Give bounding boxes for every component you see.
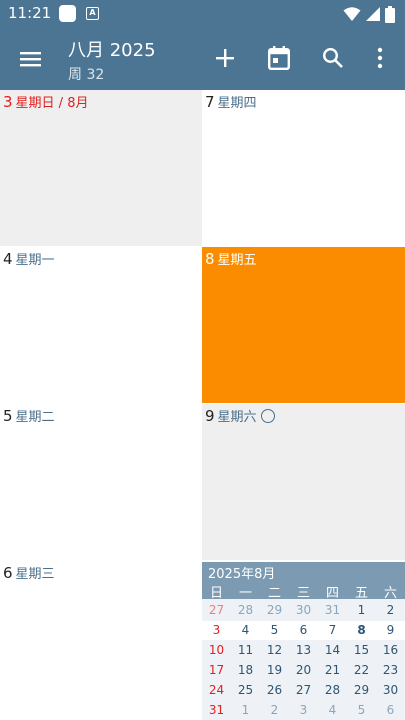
mini-day[interactable]: 2	[260, 701, 289, 720]
mini-day[interactable]: 4	[318, 701, 347, 720]
mini-day[interactable]: 14	[318, 641, 347, 660]
page-title: 八月 2025	[68, 40, 156, 61]
day-weekday: 星期三	[15, 567, 55, 582]
mini-day[interactable]: 1	[231, 701, 260, 720]
day-cell-6[interactable]: 6 星期三	[0, 561, 202, 720]
mini-weekday-header: 二	[267, 586, 281, 601]
add-icon[interactable]	[209, 42, 241, 74]
search-icon[interactable]	[317, 42, 349, 74]
mini-day[interactable]: 8	[347, 621, 376, 640]
mini-day[interactable]: 21	[318, 661, 347, 680]
mini-day[interactable]: 31	[318, 601, 347, 620]
mini-day[interactable]: 26	[260, 681, 289, 700]
mini-month-calendar[interactable]: 2025年8月 日一二三四五六 27 28 29 30 31 1 2 3 4 5 6 7 8 9 10 11 1…	[202, 562, 405, 720]
day-number: 6	[3, 564, 13, 582]
day-number: 4	[3, 250, 13, 268]
mini-month-title: 2025年8月	[208, 567, 276, 582]
mini-weekday-header: 五	[354, 586, 368, 601]
mini-day[interactable]: 9	[376, 621, 405, 640]
mini-day[interactable]: 3	[289, 701, 318, 720]
day-number: 3	[3, 93, 13, 111]
mini-day[interactable]: 1	[347, 601, 376, 620]
mini-day[interactable]: 30	[289, 601, 318, 620]
day-weekday: 星期二	[15, 410, 55, 425]
mini-day[interactable]: 22	[347, 661, 376, 680]
mini-day[interactable]: 6	[289, 621, 318, 640]
status-time: 11:21	[8, 4, 52, 22]
day-number: 7	[205, 93, 215, 111]
mini-day[interactable]: 4	[231, 621, 260, 640]
mini-day[interactable]: 10	[202, 641, 231, 660]
mini-day[interactable]: 6	[376, 701, 405, 720]
calendar-today-icon[interactable]	[263, 42, 295, 74]
mini-day[interactable]: 23	[376, 661, 405, 680]
day-number: 8	[205, 250, 215, 268]
mini-day[interactable]: 29	[347, 681, 376, 700]
mini-weekday-header: 一	[238, 586, 252, 601]
moon-phase-icon	[260, 409, 275, 423]
day-cell-7[interactable]: 7 星期四	[202, 90, 405, 247]
mini-day[interactable]: 16	[376, 641, 405, 660]
day-number: 9	[205, 407, 215, 425]
notification-app-icon	[59, 5, 76, 22]
day-cell-5[interactable]: 5 星期二	[0, 404, 202, 561]
day-number: 5	[3, 407, 13, 425]
mini-day[interactable]: 28	[318, 681, 347, 700]
mini-day[interactable]: 15	[347, 641, 376, 660]
status-bar: 11:21 A	[0, 0, 405, 28]
mini-day[interactable]: 30	[376, 681, 405, 700]
mini-weekday-header: 三	[296, 586, 310, 601]
app-bar: 八月 2025 周 32	[0, 28, 405, 90]
mini-day[interactable]: 18	[231, 661, 260, 680]
day-weekday: 星期四	[217, 96, 257, 111]
mini-day[interactable]: 29	[260, 601, 289, 620]
mini-weekday-header: 日	[209, 586, 223, 601]
mini-day[interactable]: 12	[260, 641, 289, 660]
signal-icon	[366, 7, 380, 21]
day-cell-3[interactable]: 3 星期日 / 8月	[0, 90, 202, 247]
day-weekday: 星期五	[217, 253, 257, 268]
system-icons	[343, 5, 395, 23]
week-subtitle: 周 32	[68, 67, 105, 83]
mini-day[interactable]: 20	[289, 661, 318, 680]
mini-day[interactable]: 13	[289, 641, 318, 660]
day-weekday: 星期六	[217, 410, 257, 425]
mini-day[interactable]: 31	[202, 701, 231, 720]
day-weekday: 星期一	[15, 253, 55, 268]
mini-day[interactable]: 17	[202, 661, 231, 680]
mini-day[interactable]: 27	[202, 601, 231, 620]
mini-weekday-header: 四	[325, 586, 339, 601]
notification-a-icon: A	[86, 7, 99, 20]
mini-month-header: 2025年8月 日一二三四五六	[202, 562, 405, 601]
mini-day[interactable]: 5	[347, 701, 376, 720]
mini-weekday-header: 六	[383, 586, 397, 601]
more-options-icon[interactable]	[364, 42, 396, 74]
day-weekday: 星期日 / 8月	[15, 96, 89, 111]
mini-day[interactable]: 19	[260, 661, 289, 680]
battery-icon	[385, 5, 395, 23]
day-cell-9[interactable]: 9 星期六	[202, 404, 405, 561]
mini-day[interactable]: 25	[231, 681, 260, 700]
mini-day[interactable]: 5	[260, 621, 289, 640]
wifi-icon	[343, 7, 361, 21]
mini-day[interactable]: 24	[202, 681, 231, 700]
mini-day[interactable]: 3	[202, 621, 231, 640]
mini-day[interactable]: 7	[318, 621, 347, 640]
mini-day[interactable]: 27	[289, 681, 318, 700]
mini-day[interactable]: 28	[231, 601, 260, 620]
menu-icon[interactable]	[16, 45, 46, 73]
mini-day[interactable]: 2	[376, 601, 405, 620]
mini-day[interactable]: 11	[231, 641, 260, 660]
day-cell-4[interactable]: 4 星期一	[0, 247, 202, 404]
day-cell-8-selected[interactable]: 8 星期五	[202, 247, 405, 404]
